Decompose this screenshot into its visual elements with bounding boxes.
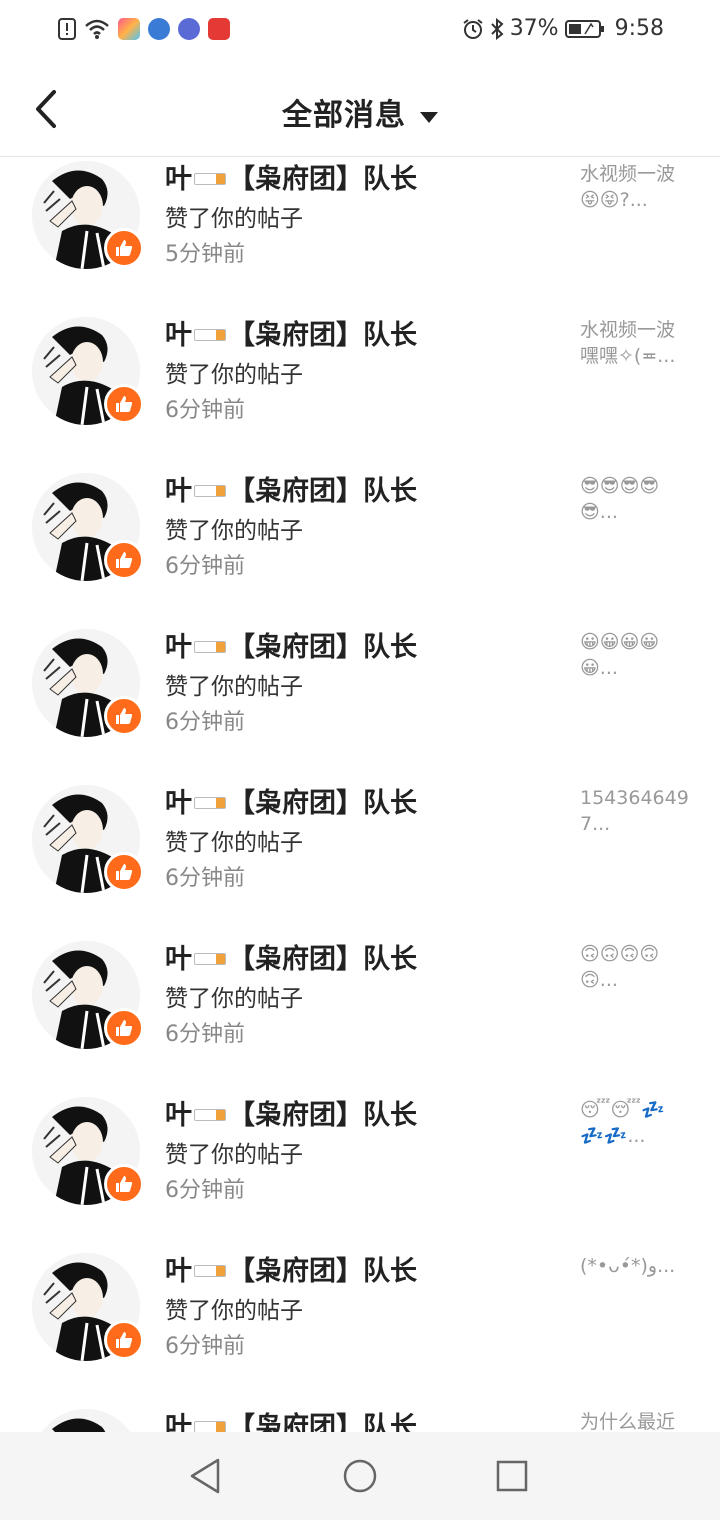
sender-name[interactable]: 叶【枭府团】队长 — [165, 625, 417, 664]
battery-icon — [564, 19, 605, 39]
sender-name[interactable]: 叶【枭府团】队长 — [165, 937, 417, 976]
post-preview[interactable]: 😴😴💤💤💤... — [580, 1097, 690, 1149]
thumbs-up-icon — [116, 1176, 133, 1192]
action-text: 赞了你的帖子 — [165, 206, 303, 232]
action-text: 赞了你的帖子 — [165, 362, 303, 388]
action-text: 赞了你的帖子 — [165, 1142, 303, 1168]
circle-home-icon — [343, 1459, 377, 1493]
post-preview[interactable]: 水视频一波嘿嘿✧(≖... — [580, 317, 690, 369]
nav-recents-button[interactable] — [490, 1454, 534, 1498]
thumbs-up-icon — [116, 864, 133, 880]
like-badge — [104, 1008, 144, 1048]
avatar[interactable] — [32, 1409, 140, 1432]
timestamp: 6分钟前 — [165, 1022, 245, 1047]
wifi-icon — [84, 18, 110, 40]
thumbs-up-icon — [116, 1332, 133, 1348]
app-icon — [118, 18, 140, 40]
cigarette-icon — [194, 1108, 226, 1121]
thumbs-up-icon — [116, 708, 133, 724]
message-item[interactable]: 叶【枭府团】队长 赞了你的帖子 6分钟前 😎😎😎😎😎... — [0, 469, 720, 625]
cigarette-icon — [194, 796, 226, 809]
like-badge — [104, 228, 144, 268]
status-bar: 37% 9:58 — [0, 0, 720, 62]
alert-icon — [58, 18, 76, 40]
cigarette-icon — [194, 484, 226, 497]
timestamp: 6分钟前 — [165, 710, 245, 735]
title-dropdown[interactable]: 全部消息 — [0, 90, 720, 134]
sender-name[interactable]: 叶【枭府团】队长 — [165, 781, 417, 820]
thumbs-up-icon — [116, 552, 133, 568]
clock: 9:58 — [614, 16, 664, 41]
page-title: 全部消息 — [282, 98, 406, 133]
app-icon — [208, 18, 230, 40]
post-preview[interactable]: 😀😀😀😀😀... — [580, 629, 690, 681]
timestamp: 6分钟前 — [165, 1178, 245, 1203]
timestamp: 5分钟前 — [165, 242, 245, 267]
post-preview[interactable]: (*•ᴗ•́*)و... — [580, 1253, 690, 1279]
post-preview[interactable]: 🙃🙃🙃🙃🙃... — [580, 941, 690, 993]
caret-down-icon — [420, 112, 438, 123]
thumbs-up-icon — [116, 240, 133, 256]
music-icon — [178, 18, 200, 40]
like-badge — [104, 1320, 144, 1360]
post-preview[interactable]: 为什么最近 — [580, 1409, 690, 1432]
sender-name[interactable]: 叶【枭府团】队长 — [165, 1249, 417, 1288]
bluetooth-icon — [490, 17, 504, 40]
sender-name[interactable]: 叶【枭府团】队长 — [165, 1405, 417, 1432]
post-preview[interactable]: 水视频一波😝😝?... — [580, 161, 690, 213]
sender-name[interactable]: 叶【枭府团】队长 — [165, 313, 417, 352]
app-icon — [148, 18, 170, 40]
timestamp: 6分钟前 — [165, 398, 245, 423]
sender-name[interactable]: 叶【枭府团】队长 — [165, 157, 417, 196]
cigarette-icon — [194, 640, 226, 653]
timestamp: 6分钟前 — [165, 866, 245, 891]
timestamp: 6分钟前 — [165, 1334, 245, 1359]
triangle-back-icon — [190, 1458, 220, 1494]
action-text: 赞了你的帖子 — [165, 986, 303, 1012]
message-item[interactable]: 叶【枭府团】队长 赞了你的帖子 6分钟前 😴😴💤💤💤... — [0, 1093, 720, 1249]
message-item[interactable]: 叶【枭府团】队长 赞了你的帖子 6分钟前 为什么最近 — [0, 1405, 720, 1432]
timestamp: 6分钟前 — [165, 554, 245, 579]
message-item[interactable]: 叶【枭府团】队长 赞了你的帖子 6分钟前 🙃🙃🙃🙃🙃... — [0, 937, 720, 1093]
sender-name[interactable]: 叶【枭府团】队长 — [165, 1093, 417, 1132]
cigarette-icon — [194, 1264, 226, 1277]
thumbs-up-icon — [116, 396, 133, 412]
action-text: 赞了你的帖子 — [165, 518, 303, 544]
message-list[interactable]: 叶【枭府团】队长 赞了你的帖子 5分钟前 水视频一波😝😝?... 叶【枭府团】队… — [0, 157, 720, 1432]
battery-percent: 37% — [509, 16, 559, 41]
message-item[interactable]: 叶【枭府团】队长 赞了你的帖子 6分钟前 1543646497... — [0, 781, 720, 937]
header: 全部消息 — [0, 62, 720, 157]
action-text: 赞了你的帖子 — [165, 830, 303, 856]
thumbs-up-icon — [116, 1020, 133, 1036]
like-badge — [104, 384, 144, 424]
post-preview[interactable]: 1543646497... — [580, 785, 690, 837]
sender-name[interactable]: 叶【枭府团】队长 — [165, 469, 417, 508]
message-item[interactable]: 叶【枭府团】队长 赞了你的帖子 5分钟前 水视频一波😝😝?... — [0, 157, 720, 313]
cigarette-icon — [194, 172, 226, 185]
cigarette-icon — [194, 952, 226, 965]
action-text: 赞了你的帖子 — [165, 1298, 303, 1324]
like-badge — [104, 696, 144, 736]
alarm-icon — [462, 18, 484, 40]
cigarette-icon — [194, 328, 226, 341]
navigation-bar — [0, 1432, 720, 1520]
action-text: 赞了你的帖子 — [165, 674, 303, 700]
message-item[interactable]: 叶【枭府团】队长 赞了你的帖子 6分钟前 😀😀😀😀😀... — [0, 625, 720, 781]
nav-back-button[interactable] — [184, 1454, 228, 1498]
nav-home-button[interactable] — [338, 1454, 382, 1498]
square-recents-icon — [496, 1460, 528, 1492]
message-item[interactable]: 叶【枭府团】队长 赞了你的帖子 6分钟前 (*•ᴗ•́*)و... — [0, 1249, 720, 1405]
message-item[interactable]: 叶【枭府团】队长 赞了你的帖子 6分钟前 水视频一波嘿嘿✧(≖... — [0, 313, 720, 469]
like-badge — [104, 540, 144, 580]
cigarette-icon — [194, 1420, 226, 1432]
like-badge — [104, 852, 144, 892]
post-preview[interactable]: 😎😎😎😎😎... — [580, 473, 690, 525]
like-badge — [104, 1164, 144, 1204]
